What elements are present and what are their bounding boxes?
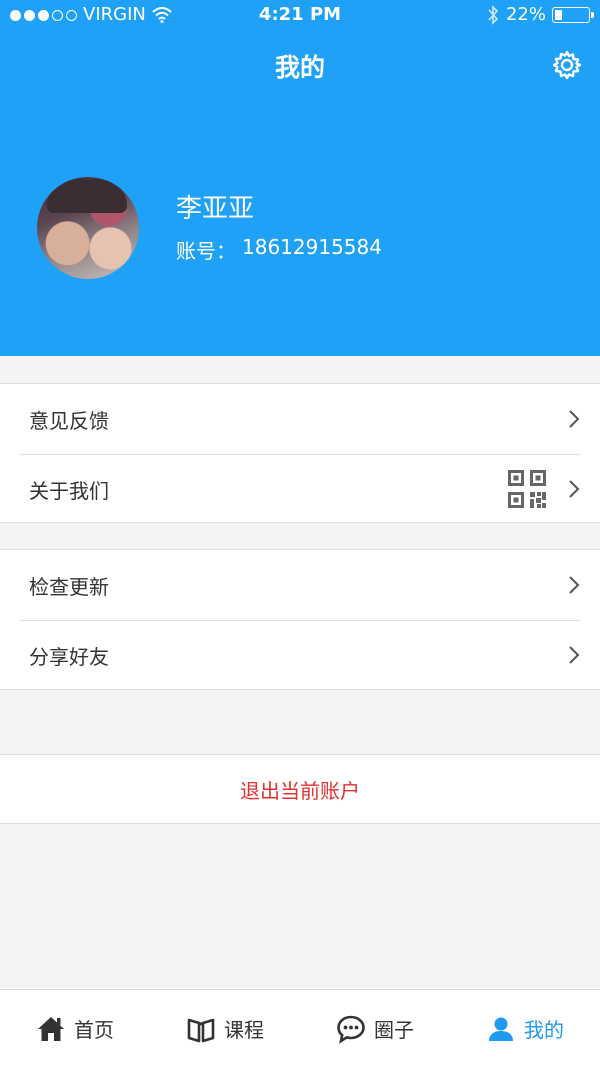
qr-code-icon[interactable]	[507, 469, 547, 509]
bluetooth-icon	[488, 5, 499, 25]
menu-item-check-update[interactable]: 检查更新	[0, 550, 600, 620]
menu-item-feedback[interactable]: 意见反馈	[0, 384, 600, 454]
account-info: 账号： 18612915584	[176, 235, 382, 264]
tab-mine[interactable]: 我的	[450, 990, 600, 1067]
user-name: 李亚亚	[176, 194, 255, 224]
tab-bar: 首页 课程 圈子 我的	[0, 989, 600, 1067]
menu-item-label: 意见反馈	[29, 408, 109, 433]
profile-header: VIRGIN 4:21 PM 22% 我的 李亚亚 账号： 1861291558…	[0, 0, 600, 356]
menu-item-label: 分享好友	[29, 644, 109, 669]
battery-level	[555, 10, 562, 20]
tab-home[interactable]: 首页	[0, 990, 150, 1067]
tab-label: 圈子	[374, 1018, 414, 1042]
chevron-right-icon	[569, 410, 580, 428]
menu-group-1: 意见反馈 关于我们	[0, 383, 600, 523]
menu-item-label: 检查更新	[29, 574, 109, 599]
book-icon	[187, 1018, 215, 1042]
tab-label: 我的	[524, 1018, 564, 1042]
battery-percent: 22%	[505, 4, 546, 25]
battery-icon	[552, 7, 594, 23]
tab-label: 课程	[224, 1018, 264, 1042]
menu-group-2: 检查更新 分享好友	[0, 549, 600, 690]
menu-item-label: 关于我们	[29, 478, 109, 503]
status-right: 22%	[486, 0, 594, 30]
page-title: 我的	[274, 53, 325, 82]
logout-button[interactable]: 退出当前账户	[0, 754, 600, 824]
account-number: 18612915584	[242, 235, 382, 259]
chat-bubble-icon	[337, 1015, 365, 1044]
chevron-right-icon	[569, 480, 580, 498]
menu-item-share-friends[interactable]: 分享好友	[0, 620, 600, 690]
profile-screen: VIRGIN 4:21 PM 22% 我的 李亚亚 账号： 1861291558…	[0, 0, 600, 1067]
chevron-right-icon	[569, 646, 580, 664]
user-icon	[489, 1017, 513, 1041]
chevron-right-icon	[569, 576, 580, 594]
menu-item-about-us[interactable]: 关于我们	[0, 454, 600, 524]
account-label: 账号：	[176, 239, 236, 263]
tab-circle[interactable]: 圈子	[300, 990, 450, 1067]
gear-icon[interactable]	[552, 50, 582, 80]
status-bar: VIRGIN 4:21 PM 22%	[0, 0, 600, 30]
home-icon	[38, 1016, 64, 1041]
avatar[interactable]	[37, 177, 139, 279]
tab-label: 首页	[74, 1018, 114, 1042]
tab-courses[interactable]: 课程	[150, 990, 300, 1067]
